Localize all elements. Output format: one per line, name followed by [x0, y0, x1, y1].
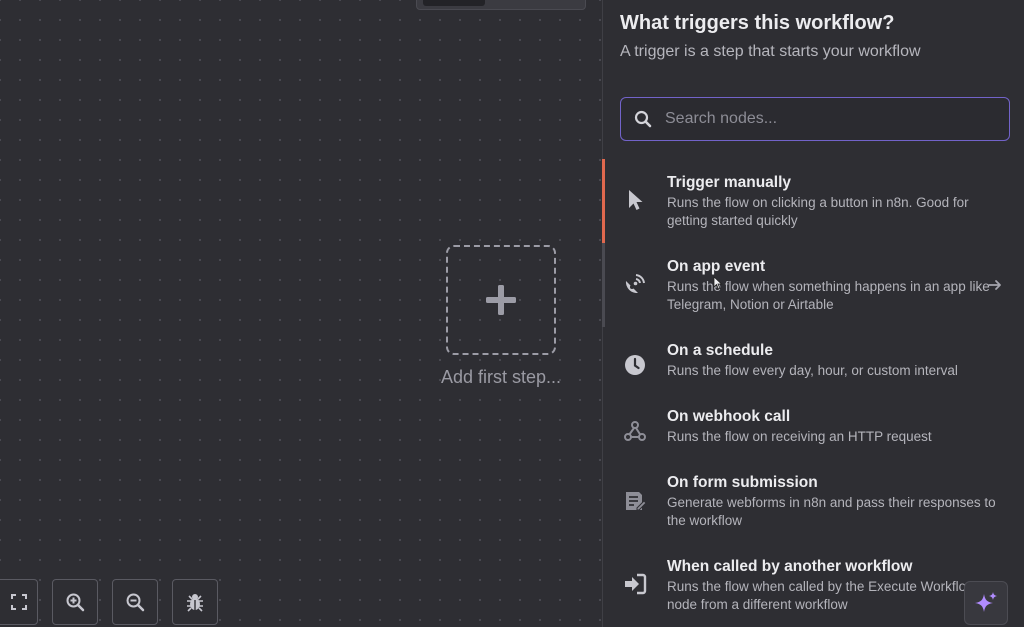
ai-assistant-button[interactable]	[964, 581, 1008, 625]
node-item-on-webhook-call[interactable]: On webhook call Runs the flow on receivi…	[603, 393, 1024, 459]
search-input[interactable]	[665, 98, 1009, 140]
debug-button[interactable]	[172, 579, 218, 625]
search-icon	[634, 110, 652, 128]
fit-view-icon	[11, 594, 27, 610]
node-description: Runs the flow every day, hour, or custom…	[667, 363, 958, 378]
add-first-step-button[interactable]	[446, 245, 556, 355]
node-item-trigger-manually[interactable]: Trigger manually Runs the flow on clicki…	[603, 159, 1024, 243]
node-description: Runs the flow when called by the Execute…	[667, 579, 976, 612]
trigger-panel: What triggers this workflow? A trigger i…	[602, 0, 1024, 627]
canvas-top-toolbar	[416, 0, 586, 10]
canvas-top-toolbar-pill	[423, 0, 485, 6]
node-name: On webhook call	[667, 408, 791, 425]
node-item-when-called-by-another-workflow[interactable]: When called by another workflow Runs the…	[603, 543, 1024, 627]
panel-subtitle: A trigger is a step that starts your wor…	[620, 43, 921, 60]
bug-icon	[187, 594, 203, 612]
mouse-cursor-icon	[713, 276, 723, 290]
pointer-icon	[622, 187, 648, 213]
search-box[interactable]	[620, 97, 1010, 141]
panel-title: What triggers this workflow?	[620, 12, 895, 34]
workflow-canvas[interactable]: Add first step...	[0, 0, 602, 627]
node-description: Generate webforms in n8n and pass their …	[667, 495, 996, 528]
arrow-right-icon	[987, 277, 1003, 293]
webhook-icon	[622, 418, 648, 444]
zoom-out-button[interactable]	[112, 579, 158, 625]
node-description: Runs the flow on clicking a button in n8…	[667, 195, 969, 228]
node-name: On a schedule	[667, 342, 773, 359]
node-item-on-form-submission[interactable]: On form submission Generate webforms in …	[603, 459, 1024, 543]
zoom-in-icon	[66, 593, 85, 612]
node-item-on-app-event[interactable]: On app event Runs the flow when somethin…	[603, 243, 1024, 327]
trigger-node-list: Trigger manually Runs the flow on clicki…	[603, 159, 1024, 627]
satellite-dish-icon	[622, 271, 648, 297]
fit-view-button[interactable]	[0, 579, 38, 625]
zoom-out-icon	[126, 593, 145, 612]
form-icon	[622, 488, 648, 514]
node-name: Trigger manually	[667, 174, 792, 191]
node-name: On app event	[667, 258, 766, 275]
plus-icon	[486, 285, 516, 315]
node-description: Runs the flow on receiving an HTTP reque…	[667, 429, 932, 444]
node-item-on-a-schedule[interactable]: On a schedule Runs the flow every day, h…	[603, 327, 1024, 393]
add-first-step-label[interactable]: Add first step...	[420, 367, 582, 388]
sparkle-icon	[975, 592, 997, 612]
clock-icon	[622, 352, 648, 378]
node-name: When called by another workflow	[667, 558, 913, 575]
node-name: On form submission	[667, 474, 818, 491]
zoom-in-button[interactable]	[52, 579, 98, 625]
sign-in-icon	[622, 571, 648, 597]
